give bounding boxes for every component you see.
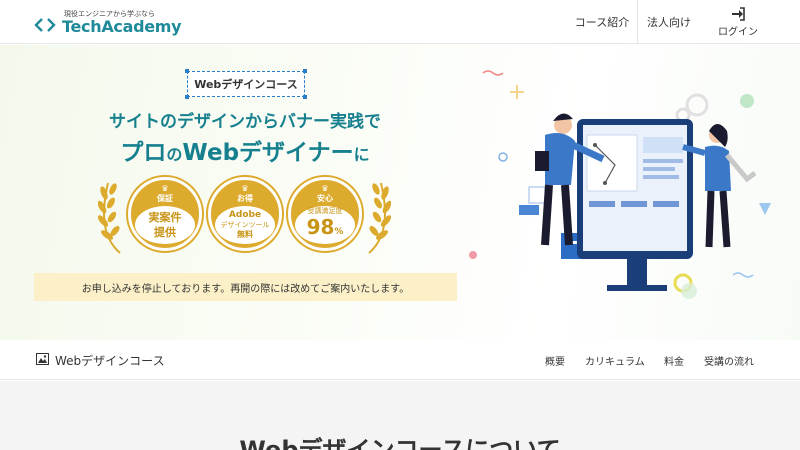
satisfaction-unit: % (334, 226, 344, 237)
site-header: 現役エンジニアから学ぶなら TechAcademy コース紹介 法人向け ログイ… (0, 0, 800, 44)
medal-guarantee: ♛ 保証 実案件 提供 (128, 177, 202, 251)
subnav-link-pricing[interactable]: 料金 (664, 353, 684, 368)
selection-handle (303, 95, 307, 99)
nav-course-intro[interactable]: コース紹介 (566, 0, 638, 44)
medal-inner: 受講満足度 98% (295, 205, 355, 244)
medal-label: 保証 (157, 193, 173, 203)
subnav-title: Webデザインコース (55, 354, 165, 368)
medal-adobe: ♛ お得 Adobe デザインツール 無料 (208, 177, 282, 251)
logo-name: TechAcademy (62, 17, 182, 36)
laurel-right-icon (368, 182, 391, 254)
crown-icon: ♛ (321, 183, 329, 193)
subnav-link-curriculum[interactable]: カリキュラム (585, 353, 645, 368)
medal-satisfaction: ♛ 安心 受講満足度 98% (288, 177, 362, 251)
course-badge-label: Webデザインコース (194, 78, 298, 91)
medal-text: 提供 (154, 225, 176, 239)
code-brackets-icon (34, 18, 56, 32)
medal-inner: 実案件 提供 (135, 205, 195, 244)
selection-handle (185, 95, 189, 99)
hero-title-no: の (166, 145, 183, 164)
hero-title-pro: プロ (120, 140, 167, 166)
hero-title-ni: に (353, 145, 370, 164)
selection-handle (185, 69, 189, 73)
medal-text: デザインツール (220, 220, 270, 229)
subnav-link-overview[interactable]: 概要 (545, 353, 565, 368)
image-icon (36, 353, 49, 365)
medal-text: 実案件 (148, 210, 182, 224)
crown-icon: ♛ (161, 183, 169, 193)
laurel-left-icon (98, 182, 121, 254)
selection-handle (303, 69, 307, 73)
medal-text: Adobe (228, 209, 262, 220)
hero-title-line1: サイトのデザインからバナー実践で (109, 112, 381, 132)
login-icon (732, 6, 745, 21)
hero-title-webdesigner: Webデザイナー (182, 140, 354, 166)
satisfaction-number: 98 (306, 214, 335, 239)
course-subnav: Webデザインコース 概要 カリキュラム 料金 受講の流れ (0, 340, 800, 380)
subnav-link-flow[interactable]: 受講の流れ (704, 353, 754, 368)
medal-label: お得 (237, 193, 253, 203)
about-section: Webデザインコースについて (0, 381, 800, 450)
notice-banner: お申し込みを停止しております。再開の際には改めてご案内いたします。 (34, 273, 457, 301)
nav-login[interactable]: ログイン (712, 0, 764, 44)
satisfaction-value: 98% (307, 216, 344, 243)
medal-text: 無料 (237, 229, 253, 239)
course-badge: Webデザインコース (185, 69, 307, 99)
crown-icon: ♛ (241, 183, 249, 193)
hero-section: Webデザインコース サイトのデザインからバナー実践で プロのWebデザイナーに (0, 45, 800, 340)
techacademy-logo[interactable]: 現役エンジニアから学ぶなら TechAcademy (34, 8, 182, 38)
hero-illustration (469, 70, 771, 299)
medal-label: 安心 (317, 193, 333, 203)
login-label: ログイン (718, 26, 758, 38)
nav-corporate[interactable]: 法人向け (638, 0, 700, 44)
medal-inner: Adobe デザインツール 無料 (215, 205, 275, 244)
about-title: Webデザインコースについて (239, 436, 561, 450)
hero-title-line2: プロのWebデザイナーに (0, 133, 490, 167)
